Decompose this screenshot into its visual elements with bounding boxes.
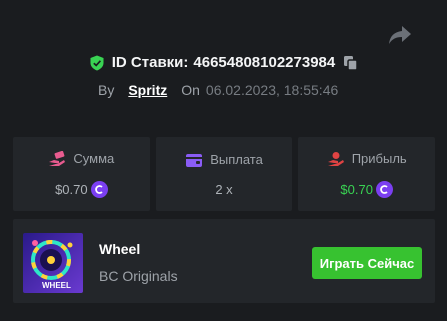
- user-link[interactable]: Spritz: [128, 82, 167, 98]
- share-icon[interactable]: [388, 24, 412, 46]
- coin-icon: [375, 180, 393, 198]
- stat-value: $0.70: [340, 181, 373, 197]
- thumb-text: WHEEL: [42, 281, 71, 290]
- game-subtitle: BC Originals: [99, 268, 178, 284]
- stat-label: Сумма: [73, 151, 115, 166]
- stat-label: Выплата: [210, 152, 263, 167]
- game-title: Wheel: [99, 241, 141, 257]
- by-label: By: [98, 82, 115, 98]
- stat-value: 2 x: [215, 181, 233, 197]
- coin-icon: [90, 180, 108, 198]
- on-label: On: [181, 82, 200, 98]
- bet-id-row: ID Ставки: 46654808102273984: [0, 54, 447, 71]
- money-hand-icon: [49, 150, 66, 166]
- bet-id-value: 46654808102273984: [193, 54, 336, 71]
- profit-hand-icon: [327, 151, 344, 166]
- bet-date: 06.02.2023, 18:55:46: [205, 82, 339, 98]
- copy-icon[interactable]: [343, 55, 358, 71]
- stats-panel: Сумма $0.70 Выплата 2 x Прибыль $0.70: [13, 137, 436, 211]
- game-thumbnail[interactable]: WHEEL: [23, 233, 83, 293]
- stat-payout: Выплата 2 x: [155, 137, 293, 211]
- stat-value: $0.70: [55, 181, 88, 197]
- bet-id-label: ID Ставки:: [111, 54, 189, 71]
- stat-amount: Сумма $0.70: [13, 137, 150, 211]
- bet-meta-row: By Spritz On 06.02.2023, 18:55:46: [98, 82, 338, 98]
- stat-profit: Прибыль $0.70: [298, 137, 436, 211]
- game-card: WHEEL Wheel BC Originals Играть Сейчас: [13, 219, 435, 303]
- verified-shield-icon: [90, 55, 104, 70]
- stat-label: Прибыль: [351, 151, 407, 166]
- play-now-button[interactable]: Играть Сейчас: [312, 247, 422, 279]
- wallet-icon: [186, 153, 203, 167]
